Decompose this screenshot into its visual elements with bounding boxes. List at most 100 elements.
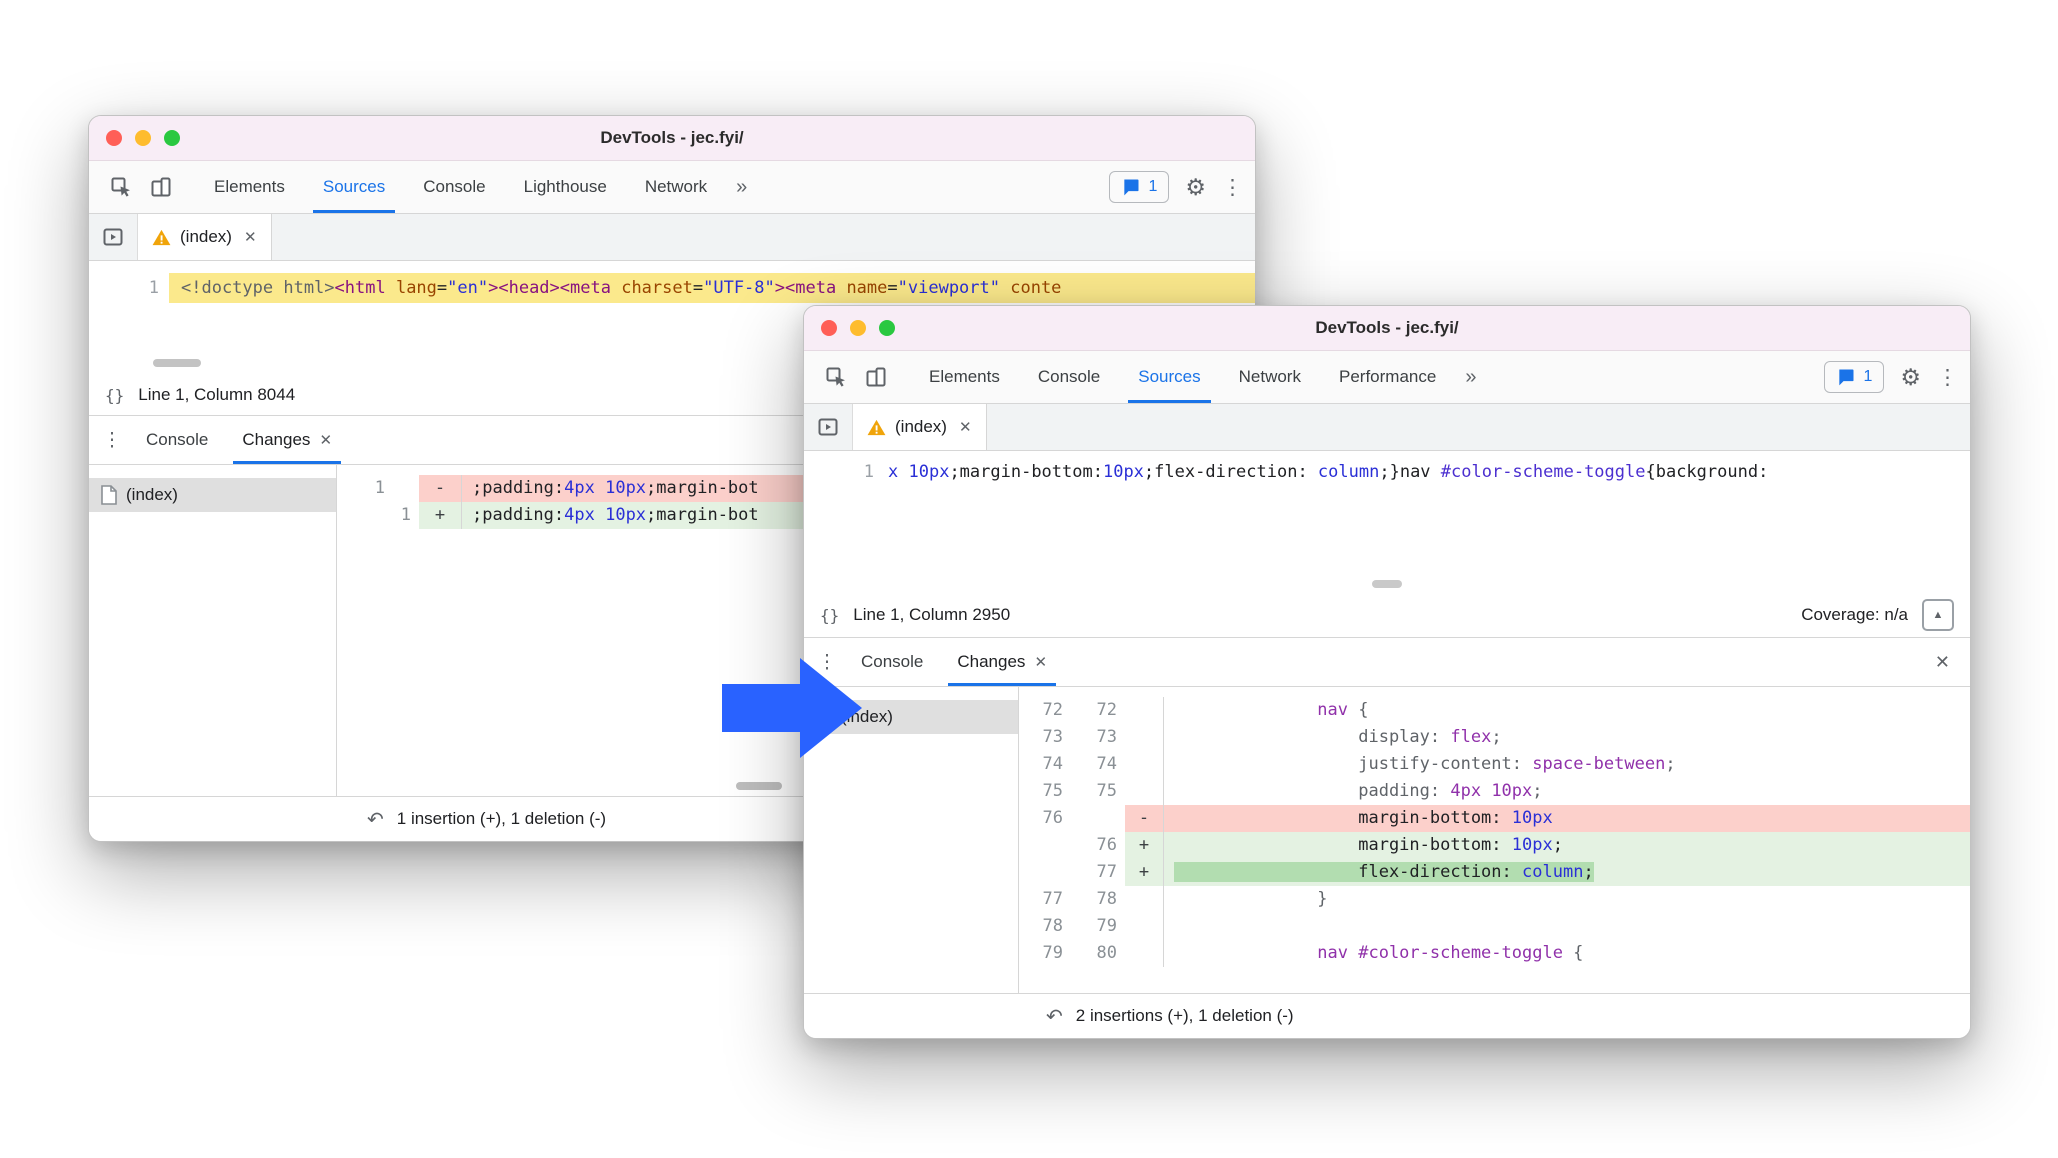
diff-band: }	[1125, 886, 1970, 913]
diff-row: 72 72 nav {	[1019, 697, 1970, 724]
diff-band: display: flex;	[1125, 724, 1970, 751]
settings-gear-button[interactable]: ⚙	[1185, 175, 1206, 199]
source-file-tab[interactable]: (index) ✕	[853, 404, 987, 450]
panel-tab-label: Console	[423, 177, 486, 196]
diff-new-line-number: 1	[400, 505, 411, 525]
diff-new-line-number: 79	[1096, 916, 1117, 936]
close-window-button[interactable]	[821, 320, 837, 336]
drawer-tab-label: Changes	[242, 430, 311, 449]
changes-drawer: (index) 72 72 nav { 73 73 display: flex;…	[804, 687, 1970, 993]
diff-old-line-number: 73	[1042, 727, 1063, 747]
diff-new-line-number: 78	[1096, 889, 1117, 909]
source-code-text: <!doctype html><html lang="en"><head><me…	[169, 273, 1255, 303]
tab-close-icon[interactable]: ✕	[1034, 653, 1047, 671]
diff-row: 78 79	[1019, 913, 1970, 940]
panel-tab-label: Elements	[929, 367, 1000, 386]
pretty-print-button[interactable]: {}	[105, 386, 124, 405]
drawer-tab[interactable]: Console	[129, 416, 225, 464]
titlebar[interactable]: DevTools - jec.fyi/	[89, 116, 1255, 161]
show-navigator-button[interactable]	[804, 404, 853, 450]
settings-gear-button[interactable]: ⚙	[1900, 365, 1921, 389]
warning-icon	[867, 419, 886, 435]
diff-old-line-number: 77	[1042, 889, 1063, 909]
main-menu-button[interactable]: ⋮	[1937, 367, 1958, 388]
revert-icon[interactable]: ↶	[1046, 1004, 1063, 1029]
line-number: 1	[148, 278, 159, 298]
minimize-window-button[interactable]	[850, 320, 866, 336]
traffic-lights	[89, 130, 180, 146]
more-tabs-button[interactable]: »	[1455, 351, 1486, 403]
line-number: 1	[863, 462, 874, 482]
panel-tab[interactable]: Console	[1019, 351, 1119, 403]
open-panel-button[interactable]: ▲	[1922, 599, 1954, 631]
issues-button[interactable]: 1	[1109, 171, 1170, 203]
diff-code: justify-content: space-between;	[1163, 751, 1970, 778]
source-code-text: x 10px;margin-bottom:10px;flex-direction…	[888, 462, 1769, 482]
drawer-menu-button[interactable]: ⋮	[95, 416, 129, 464]
tab-close-icon[interactable]: ✕	[959, 418, 972, 436]
panel-tab[interactable]: Sources	[1119, 351, 1219, 403]
issues-button[interactable]: 1	[1824, 361, 1885, 393]
file-icon	[101, 485, 117, 505]
panel-tab[interactable]: Performance	[1320, 351, 1455, 403]
drawer-tabs: Console Changes ✕	[844, 638, 1064, 686]
panel-tab-label: Sources	[322, 177, 386, 196]
titlebar[interactable]: DevTools - jec.fyi/	[804, 306, 1970, 351]
tab-close-icon[interactable]: ✕	[244, 228, 257, 246]
drawer-tab[interactable]: Changes ✕	[225, 416, 349, 464]
panel-tab[interactable]: Network	[1220, 351, 1320, 403]
zoom-window-button[interactable]	[879, 320, 895, 336]
diff-code: }	[1163, 886, 1970, 913]
show-navigator-button[interactable]	[89, 214, 138, 260]
panel-tab[interactable]: Elements	[195, 161, 304, 213]
minimize-window-button[interactable]	[135, 130, 151, 146]
diff-band: - margin-bottom: 10px	[1125, 805, 1970, 832]
diff-band: justify-content: space-between;	[1125, 751, 1970, 778]
device-toolbar-button[interactable]	[141, 161, 181, 213]
diff-row: 79 80 nav #color-scheme-toggle {	[1019, 940, 1970, 967]
drawer-tab[interactable]: Changes ✕	[940, 638, 1064, 686]
panel-tab[interactable]: Elements	[910, 351, 1019, 403]
diff-new-line-number: 77	[1096, 862, 1117, 882]
device-toolbar-button[interactable]	[856, 351, 896, 403]
close-drawer-button[interactable]: ✕	[1921, 638, 1964, 686]
diff-row: 77 + flex-direction: column;	[1019, 859, 1970, 886]
panel-tab[interactable]: Sources	[304, 161, 404, 213]
inspect-element-button[interactable]	[101, 161, 141, 213]
changes-summary-text: 2 insertions (+), 1 deletion (-)	[1075, 1006, 1294, 1025]
diff-row: 77 78 }	[1019, 886, 1970, 913]
source-editor[interactable]: 1 x 10px;margin-bottom:10px;flex-directi…	[804, 451, 1970, 593]
more-tabs-button[interactable]: »	[726, 161, 757, 213]
source-file-tab[interactable]: (index) ✕	[138, 214, 272, 260]
panel-tab-label: Elements	[214, 177, 285, 196]
panel-tab[interactable]: Lighthouse	[505, 161, 626, 213]
tab-close-icon[interactable]: ✕	[319, 431, 332, 449]
toolbar-right-controls: 1 ⚙ ⋮	[1109, 161, 1243, 213]
diff-marker	[1125, 778, 1163, 805]
diff-new-line-number	[393, 475, 419, 502]
zoom-window-button[interactable]	[164, 130, 180, 146]
diff-new-line-number: 76	[1096, 835, 1117, 855]
diff-old-line-number: 1	[374, 478, 385, 498]
diff-code: margin-bottom: 10px	[1163, 805, 1970, 832]
changes-file-label: (index)	[126, 485, 178, 504]
main-menu-button[interactable]: ⋮	[1222, 177, 1243, 198]
changes-file-item[interactable]: (index)	[89, 478, 336, 512]
source-code-line: 1 <!doctype html><html lang="en"><head><…	[89, 261, 1255, 303]
panel-tab-bar: Elements Console Sources Network Performance	[910, 351, 1455, 403]
inspect-icon	[826, 367, 845, 387]
panel-tab[interactable]: Console	[404, 161, 504, 213]
pretty-print-button[interactable]: {}	[820, 606, 839, 625]
horizontal-scrollbar[interactable]	[153, 359, 201, 367]
revert-icon[interactable]: ↶	[367, 807, 384, 832]
diff-marker: -	[434, 478, 446, 498]
coverage-status: Coverage: n/a	[1801, 605, 1908, 624]
panel-tab[interactable]: Network	[626, 161, 726, 213]
splitter-drag-handle[interactable]	[1372, 580, 1402, 588]
close-window-button[interactable]	[106, 130, 122, 146]
diff-new-line-number: 72	[1096, 700, 1117, 720]
inspect-element-button[interactable]	[816, 351, 856, 403]
panel-tab-label: Performance	[1338, 367, 1437, 386]
horizontal-scrollbar[interactable]	[736, 782, 782, 790]
diff-code: margin-bottom: 10px;	[1163, 832, 1970, 859]
